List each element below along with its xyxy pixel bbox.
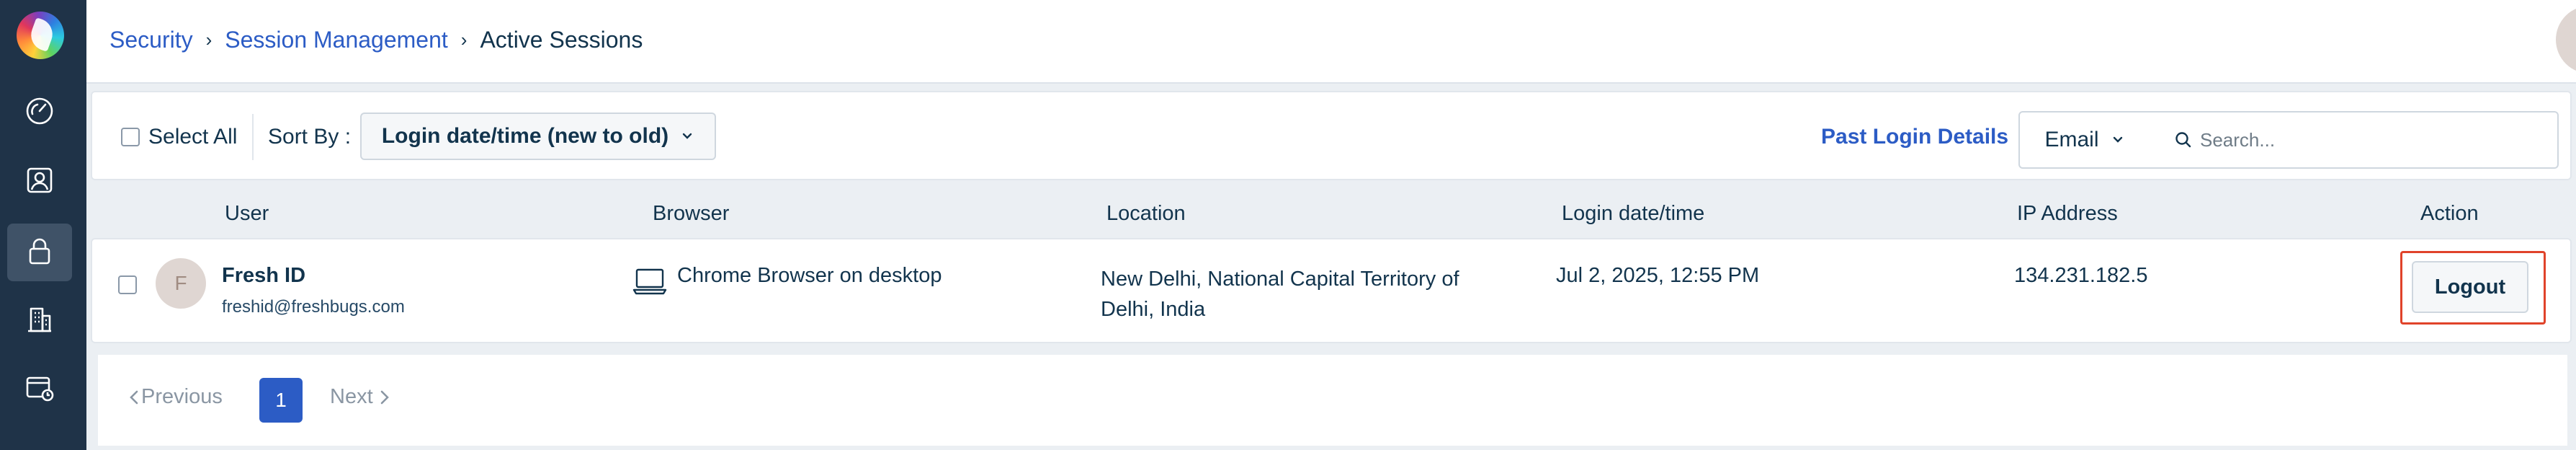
logout-button[interactable]: Logout bbox=[2412, 261, 2528, 313]
search-box bbox=[2150, 111, 2559, 169]
past-login-details-link[interactable]: Past Login Details bbox=[1821, 120, 2008, 154]
select-all[interactable]: Select All bbox=[121, 120, 237, 154]
app-root: Security › Session Management › Active S… bbox=[0, 0, 2576, 450]
search-input[interactable] bbox=[2200, 128, 2531, 151]
chevron-right-icon: › bbox=[205, 28, 213, 50]
lock-icon bbox=[24, 235, 55, 270]
select-all-label: Select All bbox=[148, 125, 238, 149]
breadcrumb-link-session-management[interactable]: Session Management bbox=[225, 27, 448, 53]
user-profile-icon bbox=[24, 164, 55, 200]
search-field-dropdown[interactable]: Email bbox=[2018, 111, 2151, 169]
sidebar-item-organization[interactable] bbox=[7, 291, 72, 349]
column-header-action: Action bbox=[2420, 202, 2479, 225]
avatar[interactable]: F bbox=[2556, 6, 2576, 74]
breadcrumb: Security › Session Management › Active S… bbox=[109, 25, 643, 55]
chevron-down-icon bbox=[682, 133, 692, 139]
app-logo[interactable] bbox=[17, 12, 64, 59]
search-field-value: Email bbox=[2044, 128, 2099, 151]
search-icon bbox=[2175, 132, 2191, 148]
sidebar-item-billing[interactable] bbox=[7, 361, 72, 418]
sidebar bbox=[0, 0, 86, 450]
page-number-current[interactable]: 1 bbox=[259, 378, 303, 423]
table-header: User Browser Location Login date/time IP… bbox=[91, 192, 2572, 237]
column-header-login-datetime: Login date/time bbox=[1562, 202, 1705, 225]
chevron-left-icon bbox=[130, 390, 138, 404]
pagination: Previous 1 Next bbox=[98, 355, 2567, 446]
next-label: Next bbox=[330, 385, 373, 408]
sort-dropdown[interactable]: Login date/time (new to old) bbox=[360, 112, 716, 160]
chevron-down-icon bbox=[2113, 136, 2122, 143]
ip-address: 134.231.182.5 bbox=[2014, 264, 2148, 287]
chevron-right-icon: › bbox=[460, 28, 468, 50]
browser-name: Chrome Browser on desktop bbox=[677, 264, 942, 287]
previous-page-button[interactable]: Previous bbox=[127, 385, 223, 409]
previous-label: Previous bbox=[141, 385, 223, 408]
sort-by-label: Sort By : bbox=[268, 125, 352, 149]
column-header-ip-address: IP Address bbox=[2017, 202, 2118, 225]
page-header: Security › Session Management › Active S… bbox=[86, 0, 2576, 84]
divider bbox=[252, 114, 254, 160]
chevron-right-icon bbox=[380, 390, 389, 404]
user-name: Fresh ID bbox=[222, 264, 306, 287]
next-page-button[interactable]: Next bbox=[330, 385, 392, 409]
column-header-location: Location bbox=[1106, 202, 1186, 225]
dashboard-icon bbox=[24, 95, 55, 131]
toolbar: Select All Sort By : Login date/time (ne… bbox=[91, 91, 2572, 180]
page-title: Active Sessions bbox=[480, 26, 643, 53]
laptop-icon bbox=[632, 268, 667, 295]
column-header-user: User bbox=[225, 202, 269, 225]
user-email: freshid@freshbugs.com bbox=[222, 297, 405, 317]
sidebar-item-security[interactable] bbox=[7, 224, 72, 281]
breadcrumb-link-security[interactable]: Security bbox=[109, 27, 193, 53]
row-checkbox[interactable] bbox=[118, 275, 137, 294]
login-datetime: Jul 2, 2025, 12:55 PM bbox=[1556, 264, 1760, 287]
location: New Delhi, National Capital Territory of… bbox=[1101, 268, 1459, 321]
sort-dropdown-value: Login date/time (new to old) bbox=[381, 124, 669, 148]
avatar: F bbox=[156, 258, 206, 309]
sidebar-item-profile[interactable] bbox=[7, 153, 72, 211]
billing-icon bbox=[24, 372, 55, 407]
table-row: F Fresh ID freshid@freshbugs.com Chrome … bbox=[91, 238, 2572, 343]
column-header-browser: Browser bbox=[653, 202, 730, 225]
select-all-checkbox[interactable] bbox=[121, 128, 140, 146]
organization-icon bbox=[24, 303, 55, 338]
sidebar-item-dashboard[interactable] bbox=[7, 84, 72, 141]
